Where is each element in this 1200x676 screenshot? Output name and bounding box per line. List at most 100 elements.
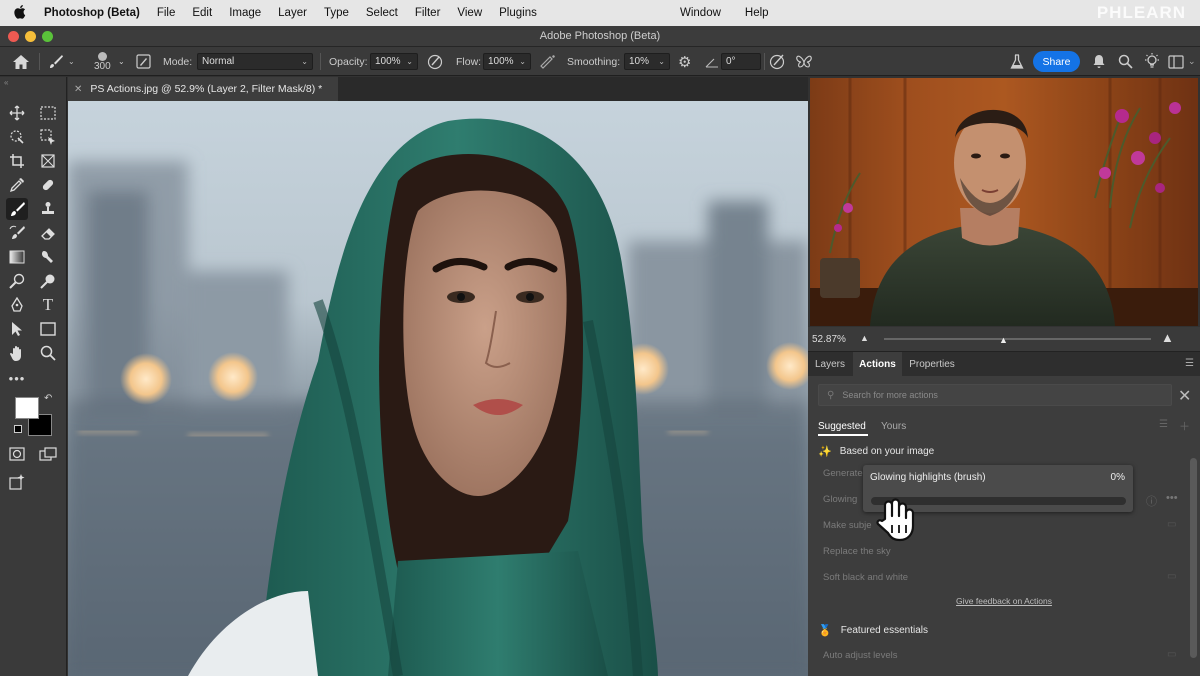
- menu-bar: Photoshop (Beta) File Edit Image Layer T…: [0, 0, 1200, 26]
- pen-tool-icon[interactable]: [6, 294, 28, 316]
- menu-window[interactable]: Window: [680, 7, 721, 19]
- menu-layer[interactable]: Layer: [278, 7, 307, 19]
- more-options-icon[interactable]: •••: [1166, 492, 1178, 504]
- gradient-tool-icon[interactable]: [6, 246, 28, 268]
- gear-icon[interactable]: ⚙: [678, 47, 691, 76]
- flow-input[interactable]: 100% ⌄: [483, 53, 531, 70]
- zoom-value[interactable]: 52.87%: [812, 334, 846, 345]
- menu-plugins[interactable]: Plugins: [499, 7, 537, 19]
- smudge-tool-icon[interactable]: [37, 246, 59, 268]
- zoom-slider-handle[interactable]: ▲: [999, 335, 1008, 345]
- menu-help[interactable]: Help: [745, 7, 769, 19]
- move-tool-icon[interactable]: [6, 102, 28, 124]
- sponge-tool-icon[interactable]: [37, 270, 59, 292]
- path-selection-tool-icon[interactable]: [6, 318, 28, 340]
- menu-view[interactable]: View: [457, 7, 482, 19]
- zoom-out-icon[interactable]: ▲: [860, 333, 869, 343]
- opacity-input[interactable]: 100% ⌄: [370, 53, 418, 70]
- share-button[interactable]: Share: [1033, 51, 1080, 72]
- swap-colors-icon[interactable]: ↶: [44, 393, 52, 404]
- airbrush-icon[interactable]: [539, 47, 556, 76]
- comment-icon[interactable]: ▭: [1167, 649, 1176, 660]
- menu-edit[interactable]: Edit: [192, 7, 212, 19]
- zoom-tool-icon[interactable]: [37, 342, 59, 364]
- comment-icon[interactable]: ▭: [1167, 571, 1176, 582]
- eraser-tool-icon[interactable]: [37, 222, 59, 244]
- frame-tool-icon[interactable]: [37, 150, 59, 172]
- selection-brush-tool-icon[interactable]: [37, 126, 59, 148]
- quick-mask-icon[interactable]: [6, 443, 28, 465]
- generative-tool-icon[interactable]: [6, 470, 28, 492]
- tab-actions[interactable]: Actions: [853, 352, 902, 376]
- close-icon[interactable]: ✕: [1178, 386, 1191, 406]
- dodge-tool-icon[interactable]: [6, 270, 28, 292]
- mode-select[interactable]: Normal ⌄: [197, 53, 313, 70]
- list-view-icon[interactable]: ☰: [1159, 419, 1168, 430]
- object-select-tool-icon[interactable]: [6, 126, 28, 148]
- info-icon[interactable]: ⓘ: [1146, 493, 1157, 509]
- feedback-link[interactable]: Give feedback on Actions: [808, 596, 1200, 606]
- hand-tool-icon[interactable]: [6, 342, 28, 364]
- add-icon[interactable]: ＋: [1179, 418, 1190, 434]
- tab-properties[interactable]: Properties: [904, 352, 960, 376]
- brush-size-picker[interactable]: 300: [94, 47, 111, 76]
- more-tools-icon[interactable]: •••: [6, 367, 28, 389]
- home-icon[interactable]: [12, 47, 30, 76]
- action-item-glowing[interactable]: Glowing: [823, 494, 857, 505]
- chevron-down-icon[interactable]: ⌄: [1188, 47, 1196, 76]
- zoom-in-icon[interactable]: ▲: [1161, 330, 1174, 345]
- comment-icon[interactable]: ▭: [1167, 519, 1176, 530]
- menu-image[interactable]: Image: [229, 7, 261, 19]
- brush-preset-icon[interactable]: ⌄: [48, 47, 75, 76]
- close-tab-icon[interactable]: ✕: [74, 84, 82, 95]
- smoothing-input[interactable]: 10% ⌄: [624, 53, 670, 70]
- bell-icon[interactable]: [1092, 47, 1106, 76]
- collapse-icon[interactable]: «: [4, 78, 8, 87]
- clone-stamp-tool-icon[interactable]: [37, 198, 59, 220]
- action-item-auto-levels[interactable]: Auto adjust levels: [823, 650, 897, 661]
- action-item-soft-bw[interactable]: Soft black and white: [823, 572, 908, 583]
- action-item-generate[interactable]: Generate: [823, 468, 863, 479]
- panel-scrollbar[interactable]: [1190, 458, 1197, 658]
- workspace-layout-icon[interactable]: [1168, 47, 1184, 76]
- subtab-yours[interactable]: Yours: [881, 421, 906, 432]
- brush-settings-icon[interactable]: [136, 47, 151, 76]
- menu-type[interactable]: Type: [324, 7, 349, 19]
- healing-brush-tool-icon[interactable]: [37, 174, 59, 196]
- pressure-size-icon[interactable]: [769, 47, 786, 76]
- action-item-make-subject[interactable]: Make subje: [823, 520, 872, 531]
- angle-input[interactable]: 0°: [721, 53, 761, 70]
- default-colors-icon[interactable]: [14, 425, 22, 433]
- chevron-down-icon: ⌄: [658, 57, 665, 66]
- zoom-slider-track[interactable]: [884, 338, 1151, 340]
- actions-search-input[interactable]: ⚲ Search for more actions: [818, 384, 1172, 406]
- apple-icon[interactable]: [14, 4, 30, 22]
- marquee-tool-icon[interactable]: [37, 102, 59, 124]
- rectangle-tool-icon[interactable]: [37, 318, 59, 340]
- panel-menu-icon[interactable]: ☰: [1185, 358, 1194, 369]
- menu-file[interactable]: File: [157, 7, 176, 19]
- eyedropper-tool-icon[interactable]: [6, 174, 28, 196]
- brush-tool-icon[interactable]: [6, 198, 28, 220]
- crop-tool-icon[interactable]: [6, 150, 28, 172]
- history-brush-tool-icon[interactable]: [6, 222, 28, 244]
- pressure-opacity-icon[interactable]: [427, 47, 443, 76]
- flask-icon[interactable]: [1010, 47, 1024, 76]
- document-tab[interactable]: ✕ PS Actions.jpg @ 52.9% (Layer 2, Filte…: [68, 77, 338, 101]
- symmetry-butterfly-icon[interactable]: [795, 47, 813, 76]
- subtab-suggested[interactable]: Suggested: [818, 421, 866, 432]
- screen-mode-icon[interactable]: [37, 443, 59, 465]
- mode-value: Normal: [202, 56, 235, 67]
- document-canvas[interactable]: [68, 101, 808, 676]
- menu-app-name[interactable]: Photoshop (Beta): [44, 7, 140, 19]
- chevron-down-icon[interactable]: ⌄: [118, 47, 125, 76]
- search-icon[interactable]: [1118, 47, 1133, 76]
- lightbulb-icon[interactable]: [1143, 47, 1161, 76]
- tab-layers[interactable]: Layers: [808, 352, 852, 376]
- navigator-zoom-bar: 52.87% ▲ ▲ ▲: [808, 327, 1200, 352]
- menu-filter[interactable]: Filter: [415, 7, 441, 19]
- type-tool-icon[interactable]: T: [37, 294, 59, 316]
- smoothing-value: 10%: [629, 56, 650, 67]
- foreground-color-swatch[interactable]: [15, 397, 39, 419]
- menu-select[interactable]: Select: [366, 7, 398, 19]
